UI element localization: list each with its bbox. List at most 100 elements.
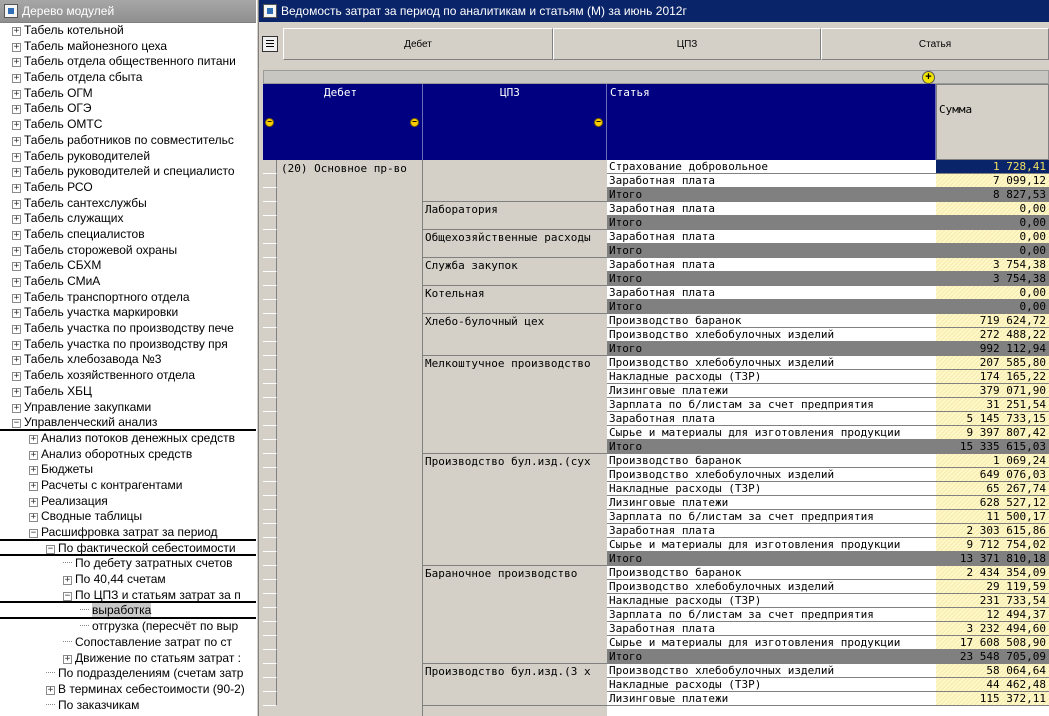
- tree-item[interactable]: + Табель участка маркировки: [0, 305, 256, 321]
- total-row-label[interactable]: Итого: [607, 552, 936, 566]
- row-selector[interactable]: [263, 342, 277, 356]
- expand-icon[interactable]: +: [46, 685, 55, 695]
- article-column-header[interactable]: Статья: [607, 84, 936, 160]
- tree-item[interactable]: + Табель ХБЦ: [0, 384, 256, 400]
- sum-cell[interactable]: 7 099,12: [936, 174, 1049, 188]
- expand-icon[interactable]: +: [12, 293, 21, 303]
- article-cell[interactable]: Зарплата по б/листам за счет предприятия: [607, 398, 936, 412]
- sum-cell[interactable]: 1 069,24: [936, 454, 1049, 468]
- total-sum-cell[interactable]: 3 754,38: [936, 272, 1049, 286]
- total-sum-cell[interactable]: 15 335 615,03: [936, 440, 1049, 454]
- debet-collapse-icon[interactable]: −: [410, 118, 419, 127]
- article-cell[interactable]: Накладные расходы (ТЗР): [607, 678, 936, 692]
- tree-item[interactable]: + Табель участка по производству пря: [0, 337, 256, 353]
- sum-cell[interactable]: 5 145 733,15: [936, 412, 1049, 426]
- tree-item[interactable]: + Табель ОГЭ: [0, 101, 256, 117]
- sum-cell[interactable]: 2 434 354,09: [936, 566, 1049, 580]
- row-selector[interactable]: [263, 496, 277, 510]
- sum-cell[interactable]: 3 754,38: [936, 258, 1049, 272]
- cpz-cell[interactable]: Служба закупок: [423, 258, 607, 286]
- expand-icon[interactable]: +: [12, 136, 21, 146]
- expand-icon[interactable]: +: [12, 262, 21, 272]
- tree-item[interactable]: выработка: [0, 603, 256, 619]
- expand-icon[interactable]: +: [12, 27, 21, 36]
- tree-item[interactable]: + Табель сторожевой охраны: [0, 243, 256, 259]
- tree-item[interactable]: + Табель специалистов: [0, 227, 256, 243]
- expand-icon[interactable]: +: [12, 387, 21, 397]
- sum-cell[interactable]: 649 076,03: [936, 468, 1049, 482]
- sum-cell[interactable]: 115 372,11: [936, 692, 1049, 706]
- sum-cell[interactable]: 0,00: [936, 202, 1049, 216]
- sum-cell[interactable]: 272 488,22: [936, 328, 1049, 342]
- row-selector[interactable]: [263, 482, 277, 496]
- row-selector[interactable]: [263, 314, 277, 328]
- article-cell[interactable]: Производство хлебобулочных изделий: [607, 356, 936, 370]
- expand-icon[interactable]: +: [12, 105, 21, 115]
- total-sum-cell[interactable]: 0,00: [936, 216, 1049, 230]
- tree-item[interactable]: − По ЦПЗ и статьям затрат за п: [0, 588, 256, 604]
- expand-icon[interactable]: +: [12, 121, 21, 131]
- row-selector[interactable]: [263, 300, 277, 314]
- row-selector[interactable]: [263, 160, 277, 174]
- article-cell[interactable]: Зарплата по б/листам за счет предприятия: [607, 510, 936, 524]
- row-selector[interactable]: [263, 258, 277, 272]
- row-selector[interactable]: [263, 286, 277, 300]
- article-cell[interactable]: Производство хлебобулочных изделий: [607, 468, 936, 482]
- sum-cell[interactable]: 231 733,54: [936, 594, 1049, 608]
- tree-item[interactable]: + Табель сантехслужбы: [0, 196, 256, 212]
- sum-cell[interactable]: 379 071,90: [936, 384, 1049, 398]
- expand-icon[interactable]: +: [12, 183, 21, 193]
- tree-item[interactable]: + Табель СМиА: [0, 274, 256, 290]
- tree-item[interactable]: + Табель майонезного цеха: [0, 39, 256, 55]
- tree-item[interactable]: + Табель отдела общественного питани: [0, 54, 256, 70]
- article-cell[interactable]: Производство хлебобулочных изделий: [607, 580, 936, 594]
- tree-item[interactable]: + Бюджеты: [0, 462, 256, 478]
- collapse-icon[interactable]: −: [265, 118, 274, 127]
- tree-item[interactable]: + Табель хлебозавода №3: [0, 352, 256, 368]
- expand-icon[interactable]: +: [29, 513, 38, 523]
- collapse-icon[interactable]: −: [63, 591, 72, 601]
- article-cell[interactable]: Заработная плата: [607, 412, 936, 426]
- tree-item[interactable]: + Табель руководителей и специалисто: [0, 164, 256, 180]
- sum-cell[interactable]: 0,00: [936, 286, 1049, 300]
- collapse-icon[interactable]: −: [46, 544, 55, 554]
- cpz-column-header[interactable]: ЦПЗ −: [423, 84, 607, 160]
- row-selector[interactable]: [263, 636, 277, 650]
- article-cell[interactable]: Заработная плата: [607, 230, 936, 244]
- sum-cell[interactable]: 2 303 615,86: [936, 524, 1049, 538]
- article-cell[interactable]: Заработная плата: [607, 524, 936, 538]
- article-cell[interactable]: Производство баранок: [607, 454, 936, 468]
- tree-item[interactable]: Сопоставление затрат по ст: [0, 635, 256, 651]
- tree-item[interactable]: По дебету затратных счетов: [0, 556, 256, 572]
- report-grid[interactable]: + − Дебет − ЦПЗ − Статья Сумма (20) Осно…: [263, 68, 1049, 716]
- row-selector[interactable]: [263, 272, 277, 286]
- tree-item[interactable]: + Табель хозяйственного отдела: [0, 368, 256, 384]
- tree-item[interactable]: + Табель работников по совместительс: [0, 133, 256, 149]
- debet-cell[interactable]: (20) Основное пр-во: [277, 160, 423, 716]
- expand-icon[interactable]: +: [12, 278, 21, 287]
- tree-item[interactable]: + Табель служащих: [0, 211, 256, 227]
- sum-cell[interactable]: 31 251,54: [936, 398, 1049, 412]
- expand-icon[interactable]: +: [12, 340, 21, 350]
- article-cell[interactable]: Накладные расходы (ТЗР): [607, 482, 936, 496]
- tree-item[interactable]: + Расчеты с контрагентами: [0, 478, 256, 494]
- sum-cell[interactable]: 11 500,17: [936, 510, 1049, 524]
- total-sum-cell[interactable]: 13 371 810,18: [936, 552, 1049, 566]
- row-selector[interactable]: [263, 384, 277, 398]
- row-selector[interactable]: [263, 370, 277, 384]
- article-cell[interactable]: Заработная плата: [607, 202, 936, 216]
- article-cell[interactable]: Накладные расходы (ТЗР): [607, 594, 936, 608]
- total-row-label[interactable]: Итого: [607, 300, 936, 314]
- sum-cell[interactable]: 628 527,12: [936, 496, 1049, 510]
- expand-icon[interactable]: +: [12, 199, 21, 209]
- expand-icon[interactable]: +: [29, 450, 38, 460]
- sum-cell[interactable]: 9 712 754,02: [936, 538, 1049, 552]
- expand-icon[interactable]: +: [12, 89, 21, 99]
- tree-item[interactable]: − Управленческий анализ: [0, 415, 256, 431]
- debet-column-header[interactable]: Дебет −: [277, 84, 423, 160]
- row-selector[interactable]: [263, 594, 277, 608]
- total-sum-cell[interactable]: 23 548 705,09: [936, 650, 1049, 664]
- expand-plus-icon[interactable]: +: [922, 71, 935, 84]
- article-cell[interactable]: Сырье и материалы для изготовления проду…: [607, 426, 936, 440]
- article-cell[interactable]: Лизинговые платежи: [607, 384, 936, 398]
